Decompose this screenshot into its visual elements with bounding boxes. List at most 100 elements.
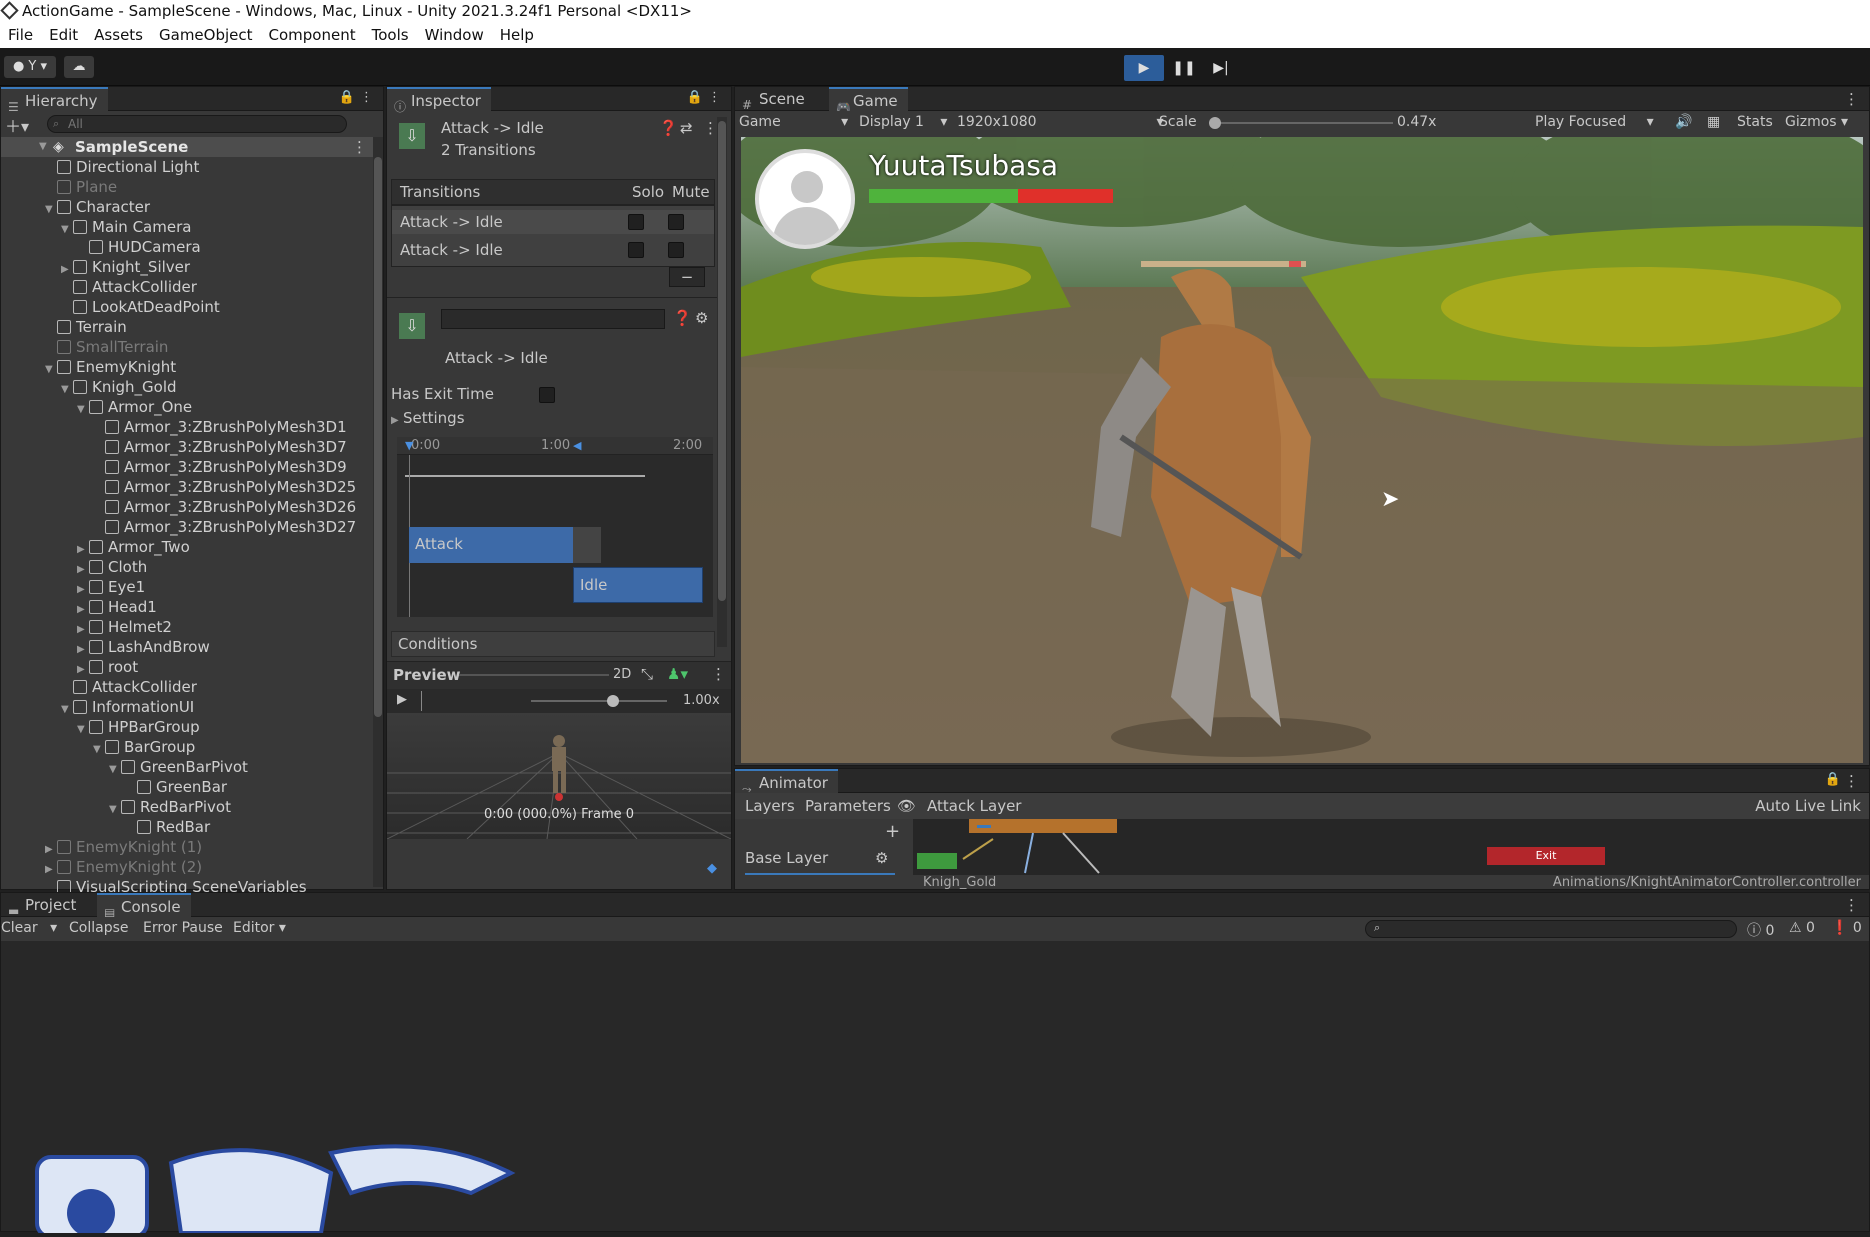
create-button[interactable]: ＋▾ <box>5 113 29 137</box>
collapse-toggle[interactable]: Collapse <box>69 920 129 936</box>
mute-checkbox[interactable] <box>668 214 684 230</box>
tab-inspector[interactable]: ⓘ Inspector <box>387 87 491 114</box>
hierarchy-item[interactable]: ▼ RedBarPivot <box>1 797 231 817</box>
stats-button[interactable]: Stats <box>1737 114 1773 130</box>
more-menu-icon[interactable]: ⋮ <box>360 90 373 105</box>
hierarchy-item[interactable]: ▼ Main Camera <box>1 217 191 237</box>
tab-game[interactable]: 🎮 Game <box>829 87 908 114</box>
menu-item-window[interactable]: Window <box>417 26 492 44</box>
tab-scene[interactable]: # Scene <box>735 87 815 112</box>
hierarchy-item[interactable]: Directional Light <box>1 157 199 177</box>
hierarchy-scrollbar[interactable] <box>373 137 383 887</box>
hierarchy-item[interactable]: Armor_3:ZBrushPolyMesh3D27 <box>1 517 356 537</box>
solo-checkbox[interactable] <box>628 214 644 230</box>
scale-slider-handle[interactable] <box>1209 117 1221 129</box>
more-menu-icon[interactable]: ⋮ <box>1844 772 1859 790</box>
hierarchy-item[interactable]: Terrain <box>1 317 127 337</box>
step-button[interactable]: ▶| <box>1201 55 1241 81</box>
hierarchy-item[interactable]: Armor_3:ZBrushPolyMesh3D9 <box>1 457 347 477</box>
transition-row[interactable]: Attack -> Idle <box>392 210 714 234</box>
breadcrumb[interactable]: Attack Layer <box>927 797 1021 815</box>
avatar-icon[interactable]: ♟▾ <box>667 665 688 683</box>
settings-foldout[interactable]: ▶ Settings <box>391 409 465 427</box>
game-mode-dropdown[interactable]: Game ▾ <box>739 114 848 130</box>
hierarchy-item[interactable]: Armor_3:ZBrushPolyMesh3D1 <box>1 417 347 437</box>
lock-icon[interactable]: 🔒 <box>1825 772 1841 787</box>
hierarchy-item[interactable]: ▼ Knigh_Gold <box>1 377 177 397</box>
idle-clip-bar[interactable]: Idle <box>573 567 703 603</box>
search-input[interactable]: ⌕ All <box>47 115 347 133</box>
hierarchy-item[interactable]: ▶ Head1 <box>1 597 157 617</box>
solo-checkbox[interactable] <box>628 242 644 258</box>
component-menu-icon[interactable]: ⋮ <box>703 119 718 137</box>
start-marker-icon[interactable]: ▼ <box>405 439 413 452</box>
remove-transition-button[interactable]: − <box>669 267 705 287</box>
has-exit-time-checkbox[interactable] <box>539 387 555 403</box>
tag-icon[interactable]: ◆ <box>707 861 717 876</box>
tab-hierarchy[interactable]: ☰ Hierarchy <box>1 87 108 114</box>
info-filter-toggle[interactable]: ⓘ 0 <box>1747 920 1774 940</box>
hierarchy-item[interactable]: ▶ EnemyKnight (2) <box>1 857 202 877</box>
menu-item-component[interactable]: Component <box>261 26 364 44</box>
pause-button[interactable]: ❚❚ <box>1164 55 1204 81</box>
hierarchy-item[interactable]: ▶ EnemyKnight (1) <box>1 837 202 857</box>
eye-icon[interactable]: 👁 <box>897 797 916 815</box>
hierarchy-item[interactable]: ▼ BarGroup <box>1 737 195 757</box>
hierarchy-item[interactable]: GreenBar <box>1 777 227 797</box>
hierarchy-item[interactable]: ▶ root <box>1 657 138 677</box>
play-focused-dropdown[interactable]: Play Focused ▾ <box>1535 114 1654 130</box>
gear-icon[interactable]: ⚙ <box>875 849 888 867</box>
menu-item-tools[interactable]: Tools <box>364 26 417 44</box>
hierarchy-item[interactable]: ▼ GreenBarPivot <box>1 757 248 777</box>
gizmos-button[interactable]: Gizmos ▾ <box>1785 114 1848 130</box>
hierarchy-item[interactable]: ▶ Armor_Two <box>1 537 190 557</box>
hierarchy-item[interactable]: ▼ EnemyKnight <box>1 357 176 377</box>
hierarchy-item[interactable]: ▶ Eye1 <box>1 577 145 597</box>
hierarchy-item[interactable]: AttackCollider <box>1 677 197 697</box>
preview-speed-handle[interactable] <box>607 695 619 707</box>
menu-item-file[interactable]: File <box>0 26 41 44</box>
transition-row[interactable]: Attack -> Idle <box>392 238 714 262</box>
hierarchy-item[interactable]: SmallTerrain <box>1 337 168 357</box>
preset-icon[interactable]: ⇄ <box>680 119 693 137</box>
scale-slider[interactable] <box>1213 122 1393 124</box>
inspector-scrollbar[interactable] <box>717 117 727 647</box>
menu-item-edit[interactable]: Edit <box>41 26 86 44</box>
hierarchy-item[interactable]: ▶ LashAndBrow <box>1 637 210 657</box>
preview-menu-icon[interactable]: ⋮ <box>711 665 726 683</box>
hierarchy-item[interactable]: ▶ Helmet2 <box>1 617 172 637</box>
tab-project[interactable]: ▬ Project <box>1 893 86 918</box>
hierarchy-item[interactable]: RedBar <box>1 817 210 837</box>
animator-graph[interactable]: Exit <box>913 819 1869 875</box>
hierarchy-item[interactable]: ▼ InformationUI <box>1 697 194 717</box>
parameters-tab[interactable]: Parameters <box>805 797 891 815</box>
hierarchy-item[interactable]: ▼ Character <box>1 197 150 217</box>
base-layer-item[interactable]: Base Layer <box>745 849 828 867</box>
resolution-dropdown[interactable]: 1920x1080 ▾ <box>957 114 1164 130</box>
mute-audio-icon[interactable]: 🔊 <box>1675 114 1692 130</box>
display-dropdown[interactable]: Display 1 ▾ <box>859 114 947 130</box>
play-button[interactable]: ▶ <box>1124 55 1164 81</box>
hierarchy-item[interactable]: ▶ Knight_Silver <box>1 257 190 277</box>
more-menu-icon[interactable]: ⋮ <box>1844 896 1859 914</box>
stats-grid-icon[interactable]: ▦ <box>1707 114 1720 130</box>
menu-item-gameobject[interactable]: GameObject <box>151 26 261 44</box>
editor-dropdown[interactable]: Editor ▾ <box>233 920 286 936</box>
hierarchy-item[interactable]: Armor_3:ZBrushPolyMesh3D7 <box>1 437 347 457</box>
hierarchy-item[interactable]: AttackCollider <box>1 277 197 297</box>
hierarchy-item[interactable]: LookAtDeadPoint <box>1 297 220 317</box>
auto-live-link-toggle[interactable]: Auto Live Link <box>1755 797 1861 815</box>
lock-icon[interactable]: 🔒 <box>687 90 703 105</box>
error-filter-toggle[interactable]: ❗ 0 <box>1831 920 1862 936</box>
hierarchy-item[interactable]: Plane <box>1 177 117 197</box>
preview-2d-toggle[interactable]: 2D <box>613 667 631 682</box>
menu-item-help[interactable]: Help <box>492 26 542 44</box>
hierarchy-item[interactable]: ▶ Cloth <box>1 557 147 577</box>
console-search-input[interactable]: ⌕ <box>1365 920 1737 938</box>
transition-timeline[interactable]: 0:00 1:00 2:00 ▼ ◀ Attack Idle <box>397 437 713 617</box>
exit-marker-icon[interactable]: ◀ <box>573 439 581 452</box>
lock-icon[interactable]: 🔒 <box>339 90 355 105</box>
layers-tab[interactable]: Layers <box>745 797 795 815</box>
more-menu-icon[interactable]: ⋮ <box>708 90 721 105</box>
attack-clip-bar[interactable]: Attack <box>409 527 573 563</box>
